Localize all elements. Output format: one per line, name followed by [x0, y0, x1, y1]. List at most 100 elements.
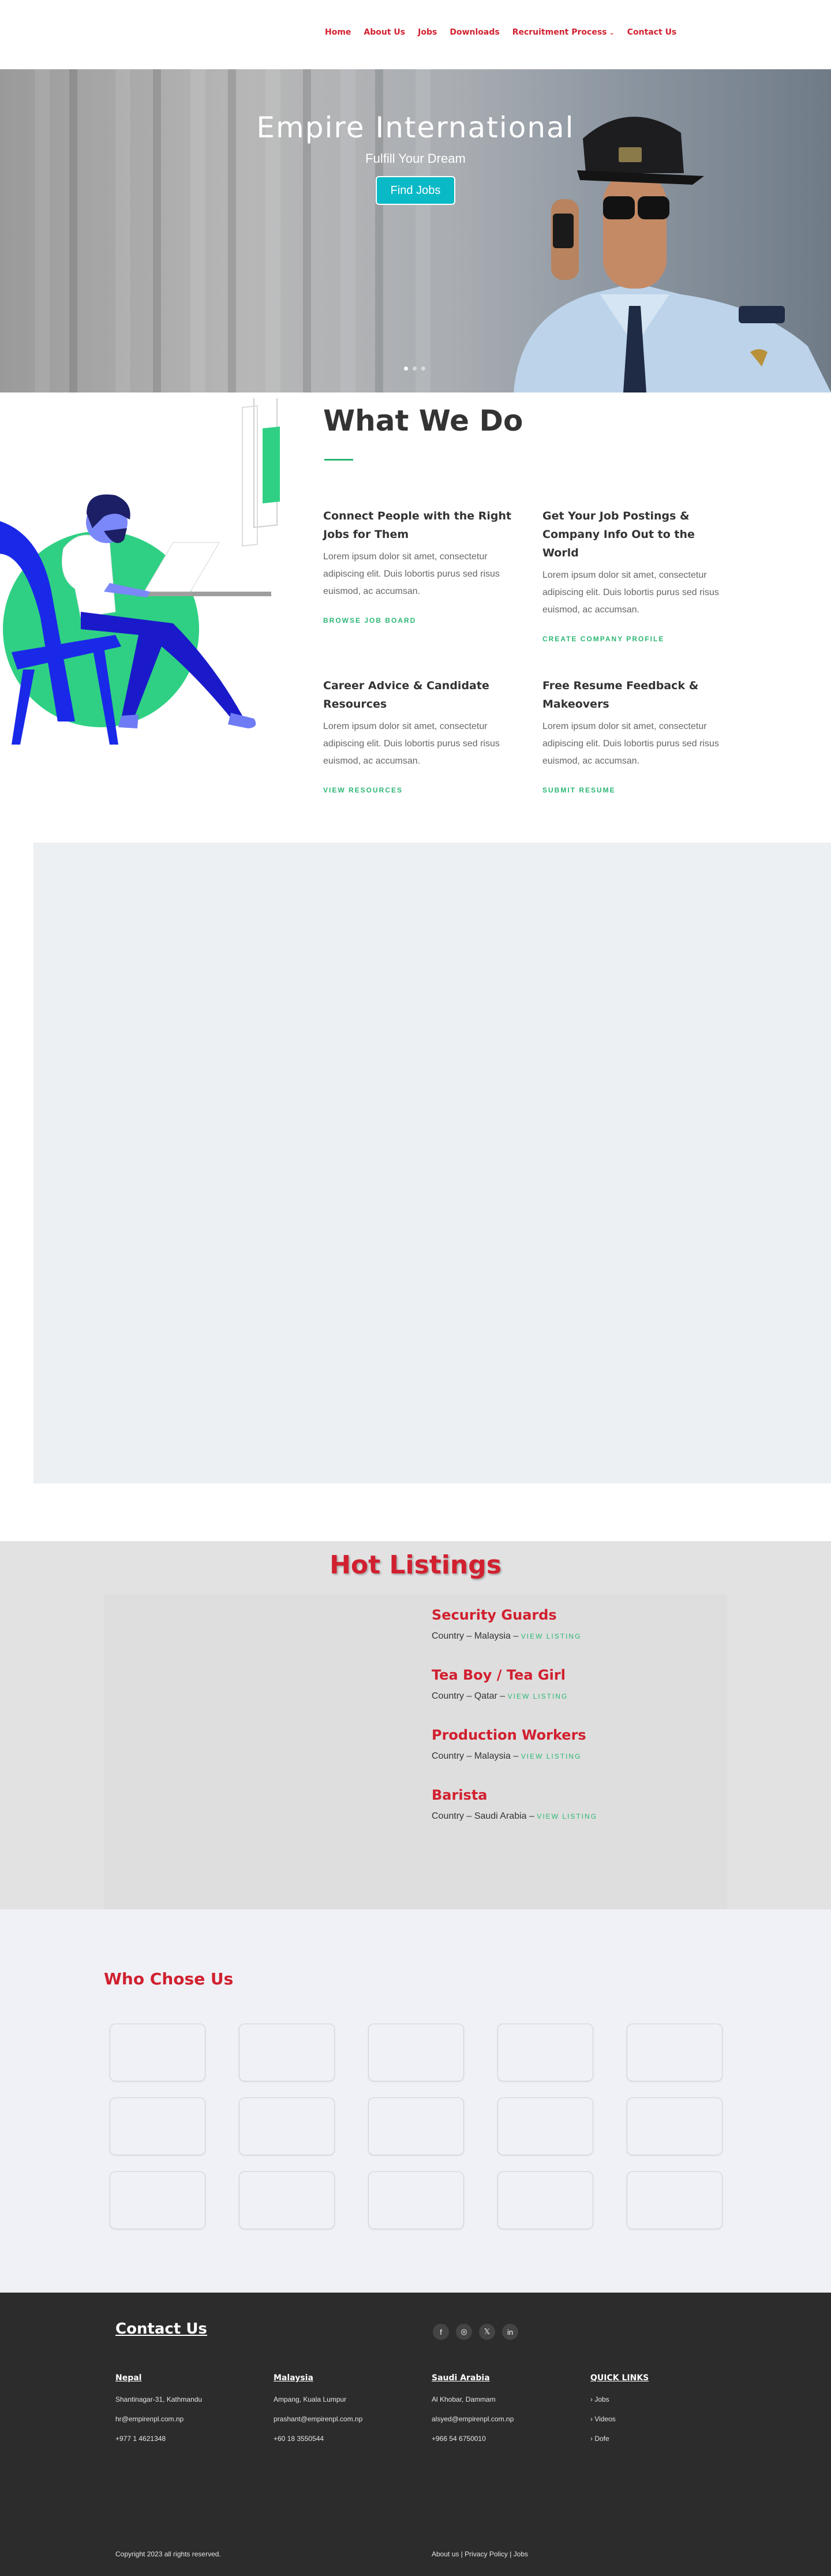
listing-title[interactable]: Security Guards	[432, 1607, 581, 1623]
office-email[interactable]: prashant@empirenpl.com.np	[274, 2415, 412, 2423]
listing-country: Country – Saudi Arabia –	[432, 1811, 534, 1821]
service-text: Lorem ipsum dolor sit amet, consectetur …	[542, 721, 719, 766]
listing-country: Country – Qatar –	[432, 1691, 506, 1701]
client-logo-box	[497, 2098, 593, 2155]
service-title: Get Your Job Postings & Company Info Out…	[542, 510, 695, 559]
slider-dot-2[interactable]	[413, 367, 417, 371]
link-separator: |	[507, 2550, 514, 2558]
office-phone[interactable]: +966 54 6750010	[432, 2435, 570, 2443]
office-country: Malaysia	[274, 2373, 313, 2383]
listing-title[interactable]: Production Workers	[432, 1727, 586, 1743]
office-country: Nepal	[115, 2373, 142, 2383]
who-chose-us-title: Who Chose Us	[104, 1969, 234, 1988]
nav-contact-us[interactable]: Contact Us	[627, 28, 677, 37]
footer-link-jobs[interactable]: Jobs	[514, 2550, 528, 2558]
footer-link-privacy[interactable]: Privacy Policy	[465, 2550, 508, 2558]
quick-link-jobs[interactable]: › Jobs	[590, 2395, 729, 2403]
title-underline	[324, 459, 353, 461]
service-title: Connect People with the Right Jobs for T…	[323, 510, 512, 541]
facebook-icon[interactable]: f	[433, 2324, 449, 2340]
linkedin-icon[interactable]: in	[502, 2324, 518, 2340]
client-logo-box	[110, 2098, 205, 2155]
chevron-down-icon: ⌄	[609, 29, 615, 36]
view-resources-link[interactable]: VIEW RESOURCES	[323, 786, 403, 794]
listing-production-workers: Production Workers Country – Malaysia – …	[432, 1727, 586, 1762]
link-separator: |	[459, 2550, 465, 2558]
footer-bottom-links: About us | Privacy Policy | Jobs	[432, 2550, 528, 2558]
instagram-icon[interactable]: ◎	[456, 2324, 472, 2340]
client-logo-box	[627, 2024, 723, 2081]
listing-security-guards: Security Guards Country – Malaysia – VIE…	[432, 1607, 581, 1642]
footer-link-about[interactable]: About us	[432, 2550, 459, 2558]
nav-recruitment-process[interactable]: Recruitment Process ⌄	[512, 28, 615, 37]
client-logo-box	[627, 2098, 723, 2155]
office-phone[interactable]: +977 1 4621348	[115, 2435, 254, 2443]
slider-dot-3[interactable]	[421, 367, 425, 371]
client-logo-box	[497, 2024, 593, 2081]
site-header: Home About Us Jobs Downloads Recruitment…	[0, 0, 831, 69]
service-card-postings: Get Your Job Postings & Company Info Out…	[542, 507, 733, 644]
service-title: Career Advice & Candidate Resources	[323, 679, 489, 711]
office-address: Al Khobar, Dammam	[432, 2395, 496, 2403]
copyright: Copyright 2023 all rights reserved.	[115, 2550, 221, 2558]
client-logo-box	[627, 2171, 723, 2229]
view-listing-link[interactable]: VIEW LISTING	[508, 1692, 568, 1700]
view-listing-link[interactable]: VIEW LISTING	[521, 1752, 582, 1760]
listing-tea-boy: Tea Boy / Tea Girl Country – Qatar – VIE…	[432, 1667, 568, 1702]
office-email[interactable]: hr@empirenpl.com.np	[115, 2415, 254, 2423]
listing-country: Country – Malaysia –	[432, 1631, 519, 1641]
client-logo-box	[497, 2171, 593, 2229]
service-card-resume: Free Resume Feedback & Makeovers Lorem i…	[542, 676, 733, 795]
quick-links: QUICK LINKS › Jobs › Videos › Dofe	[590, 2373, 729, 2443]
listing-barista: Barista Country – Saudi Arabia – VIEW LI…	[432, 1787, 597, 1822]
office-address: Ampang, Kuala Lumpur	[274, 2395, 347, 2403]
service-text: Lorem ipsum dolor sit amet, consectetur …	[542, 570, 719, 615]
x-icon[interactable]: 𝕏	[479, 2324, 495, 2340]
office-malaysia: Malaysia Ampang, Kuala Lumpur prashant@e…	[274, 2373, 412, 2443]
quick-link-dofe[interactable]: › Dofe	[590, 2435, 729, 2443]
hero-title: Empire International	[256, 111, 575, 144]
client-logo-box	[239, 2024, 335, 2081]
content-placeholder-block	[33, 843, 831, 1483]
hero-slider: Empire International Fulfill Your Dream …	[0, 69, 831, 392]
service-card-connect: Connect People with the Right Jobs for T…	[323, 507, 514, 626]
client-logo-box	[239, 2171, 335, 2229]
listing-country: Country – Malaysia –	[432, 1751, 519, 1761]
service-title: Free Resume Feedback & Makeovers	[542, 679, 699, 711]
slider-dot-1[interactable]	[404, 367, 408, 371]
nav-about-us[interactable]: About Us	[364, 28, 405, 37]
client-logo-box	[368, 2171, 464, 2229]
nav-home[interactable]: Home	[325, 28, 351, 37]
main-nav: Home About Us Jobs Downloads Recruitment…	[325, 28, 689, 37]
office-phone[interactable]: +60 18 3550544	[274, 2435, 412, 2443]
quick-link-videos[interactable]: › Videos	[590, 2415, 729, 2423]
what-we-do-title: What We Do	[323, 404, 523, 438]
hot-listings-title: Hot Listings	[330, 1550, 501, 1580]
social-links: f ◎ 𝕏 in	[433, 2324, 525, 2340]
office-address: Shantinagar-31, Kathmandu	[115, 2395, 203, 2403]
nav-downloads[interactable]: Downloads	[450, 28, 499, 37]
footer-contact-title: Contact Us	[115, 2320, 207, 2338]
client-logo-box	[110, 2171, 205, 2229]
person-laptop-illustration	[0, 398, 280, 745]
client-logo-box	[368, 2098, 464, 2155]
quick-links-title: QUICK LINKS	[590, 2373, 649, 2383]
submit-resume-link[interactable]: SUBMIT RESUME	[542, 786, 616, 794]
view-listing-link[interactable]: VIEW LISTING	[537, 1812, 597, 1820]
listing-title[interactable]: Tea Boy / Tea Girl	[432, 1667, 568, 1683]
create-company-profile-link[interactable]: CREATE COMPANY PROFILE	[542, 635, 664, 643]
nav-recruitment-label: Recruitment Process	[512, 28, 607, 37]
service-text: Lorem ipsum dolor sit amet, consectetur …	[323, 552, 500, 596]
find-jobs-button[interactable]: Find Jobs	[376, 176, 455, 205]
browse-job-board-link[interactable]: BROWSE JOB BOARD	[323, 616, 416, 625]
service-text: Lorem ipsum dolor sit amet, consectetur …	[323, 721, 500, 766]
listing-title[interactable]: Barista	[432, 1787, 597, 1803]
view-listing-link[interactable]: VIEW LISTING	[521, 1632, 582, 1640]
office-saudi-arabia: Saudi Arabia Al Khobar, Dammam alsyed@em…	[432, 2373, 570, 2443]
slider-dots	[404, 367, 430, 371]
nav-jobs[interactable]: Jobs	[418, 28, 437, 37]
office-email[interactable]: alsyed@empirenpl.com.np	[432, 2415, 570, 2423]
client-logo-box	[368, 2024, 464, 2081]
service-card-career-advice: Career Advice & Candidate Resources Lore…	[323, 676, 514, 795]
hot-listings-card	[104, 1594, 727, 1909]
